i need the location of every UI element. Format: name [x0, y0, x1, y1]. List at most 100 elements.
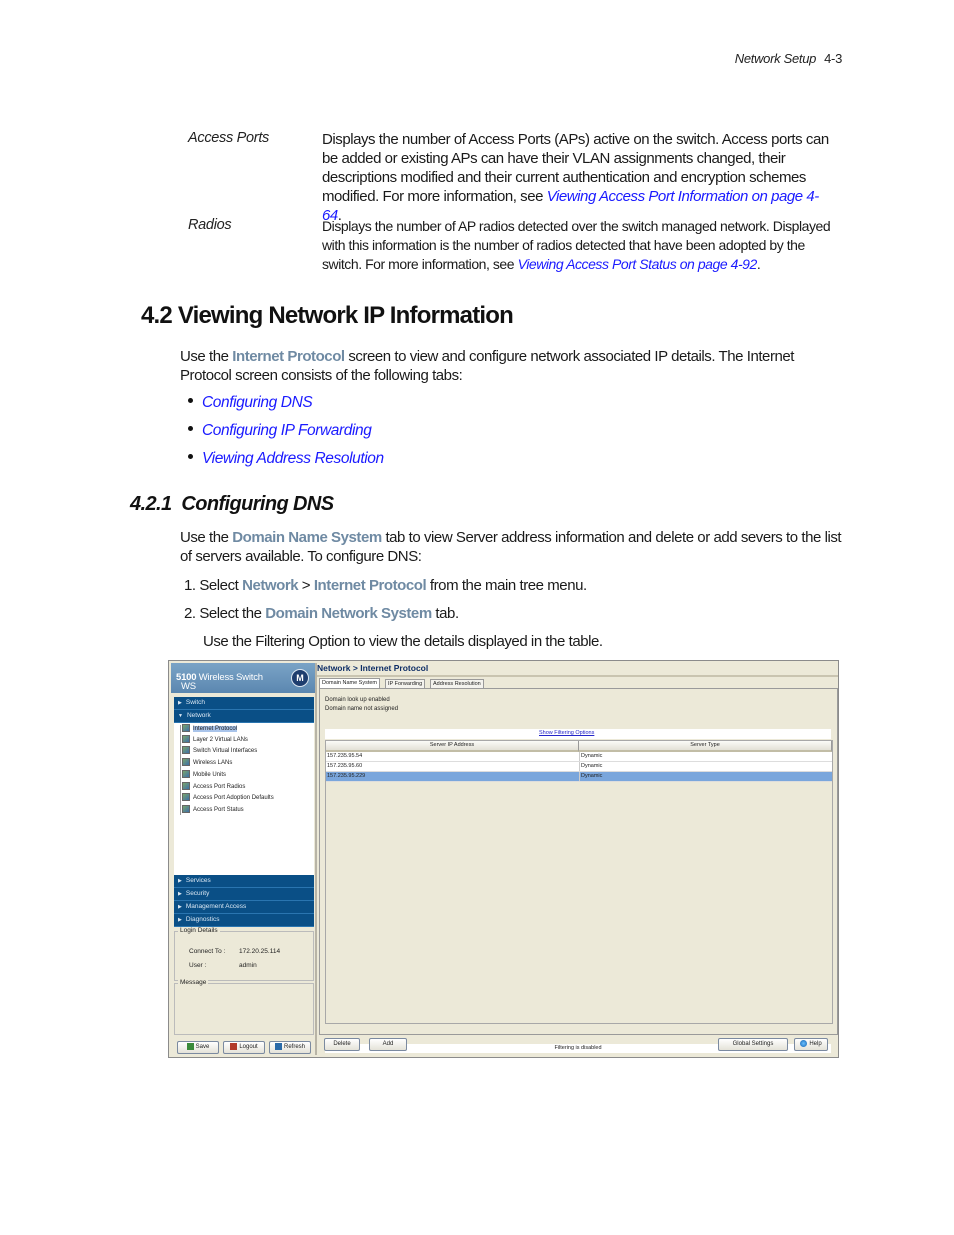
- tree-item-adoption-defaults[interactable]: Access Port Adoption Defaults: [182, 793, 274, 804]
- global-settings-button[interactable]: Global Settings: [718, 1038, 788, 1051]
- content-panel: Network > Internet Protocol Domain Name …: [317, 663, 838, 1055]
- intro-text: Use the: [180, 529, 233, 546]
- definition-text: Displays the number of Access Ports (APs…: [322, 130, 837, 225]
- tree-item-access-port-status[interactable]: Access Port Status: [182, 805, 244, 816]
- dns-server-table: Server IP Address Server Type 157.235.95…: [325, 740, 833, 1024]
- definition-text: Displays the number of AP radios detecte…: [322, 217, 837, 274]
- chevron-right-icon: ▶: [178, 878, 182, 884]
- chevron-down-icon: ▼: [178, 713, 183, 719]
- button-label: Help: [809, 1041, 822, 1047]
- login-legend: Login Details: [178, 927, 220, 934]
- step-note: Use the Filtering Option to view the det…: [203, 633, 603, 650]
- tree-label: Internet Protocol: [193, 726, 238, 732]
- help-button[interactable]: Help: [794, 1038, 828, 1051]
- subsection-intro: Use the Domain Name System tab to view S…: [180, 528, 842, 566]
- nav-item-security[interactable]: ▶ Security: [174, 888, 314, 901]
- bullet-icon: [188, 398, 193, 404]
- tab-content: Domain look up enabled Domain name not a…: [319, 688, 838, 1053]
- tree-label: Access Port Status: [193, 807, 244, 813]
- brand-bar: WS 5100 Wireless Switch M: [171, 663, 315, 693]
- tree-label: Access Port Adoption Defaults: [193, 795, 274, 801]
- running-header: Network Setup 4-3: [734, 51, 843, 66]
- tree-item-switch-virtual-interfaces[interactable]: Switch Virtual Interfaces: [182, 746, 257, 757]
- table-row-selected[interactable]: 157.235.95.229 Dynamic: [326, 772, 832, 782]
- add-button[interactable]: Add: [369, 1038, 407, 1051]
- xref-link[interactable]: Viewing Access Port Status on page 4-92: [518, 256, 758, 272]
- user-value: admin: [239, 962, 257, 969]
- help-icon: [800, 1039, 808, 1047]
- server-type-cell: Dynamic: [579, 772, 603, 781]
- xref-link[interactable]: Configuring DNS: [202, 394, 313, 411]
- delete-button[interactable]: Delete: [324, 1038, 360, 1051]
- list-item: Viewing Address Resolution: [188, 450, 384, 478]
- definition-term: Access Ports: [188, 130, 270, 146]
- brand-title: WS 5100 Wireless Switch: [176, 672, 263, 692]
- button-label: Refresh: [283, 1044, 305, 1050]
- section-intro: Use the Internet Protocol screen to view…: [180, 347, 842, 385]
- intro-text: Use the: [180, 348, 233, 365]
- refresh-icon: [274, 1042, 282, 1050]
- section-title: 4.2 Viewing Network IP Information: [141, 302, 514, 329]
- dns-status: Domain look up enabled Domain name not a…: [325, 696, 398, 714]
- step-text: >: [298, 577, 314, 594]
- status-line: Domain name not assigned: [325, 706, 399, 712]
- wlan-icon: [182, 758, 190, 767]
- tree-item-wireless-lans[interactable]: Wireless LANs: [182, 758, 232, 769]
- nav-label: Switch: [185, 699, 206, 706]
- server-type-cell: Dynamic: [579, 752, 603, 761]
- title-divider: [317, 675, 838, 677]
- page-number: 4-3: [824, 51, 842, 66]
- left-panel: WS 5100 Wireless Switch M ▶ Switch ▼ Networ…: [171, 663, 317, 1055]
- ui-term: Internet Protocol: [232, 348, 345, 365]
- nav-item-network[interactable]: ▼ Network: [174, 710, 314, 723]
- ui-term: Domain Name System: [232, 529, 382, 546]
- ui-term: Internet Protocol: [313, 577, 427, 594]
- connect-label: Connect To :: [189, 948, 226, 955]
- tree-item-layer2-vlans[interactable]: Layer 2 Virtual LANs: [182, 735, 248, 746]
- status-line: Domain look up enabled: [325, 697, 390, 703]
- nav-item-switch[interactable]: ▶ Switch: [174, 697, 314, 710]
- refresh-button[interactable]: Refresh: [269, 1041, 311, 1054]
- show-filtering-options-link[interactable]: Show Filtering Options: [539, 730, 594, 736]
- save-button[interactable]: Save: [177, 1041, 219, 1054]
- tree-connector: [180, 725, 181, 815]
- chevron-right-icon: ▶: [178, 891, 182, 897]
- table-row[interactable]: 157.235.95.60 Dynamic: [326, 762, 832, 772]
- adoption-defaults-icon: [182, 793, 190, 802]
- tree-label: Mobile Units: [193, 772, 227, 778]
- xref-link[interactable]: Viewing Address Resolution: [202, 450, 384, 467]
- tree-label: Switch Virtual Interfaces: [193, 748, 258, 754]
- logout-button[interactable]: Logout: [223, 1041, 265, 1054]
- step-number: 2.: [184, 605, 196, 622]
- nav-label: Network: [186, 712, 211, 719]
- tree-label: Layer 2 Virtual LANs: [193, 737, 248, 743]
- nav-item-services[interactable]: ▶ Services: [174, 875, 314, 888]
- server-ip-cell: 157.235.95.54: [327, 753, 363, 759]
- nav-item-diagnostics[interactable]: ▶ Diagnostics: [174, 914, 314, 927]
- motorola-logo-icon: M: [291, 669, 309, 687]
- column-header-server-type[interactable]: Server Type: [579, 741, 832, 752]
- button-label: Save: [195, 1044, 210, 1050]
- chevron-right-icon: ▶: [178, 904, 182, 910]
- tree-item-mobile-units[interactable]: Mobile Units: [182, 770, 226, 781]
- nav-item-management-access[interactable]: ▶ Management Access: [174, 901, 314, 914]
- table-row[interactable]: 157.235.95.54 Dynamic: [326, 752, 832, 762]
- internet-protocol-icon: [182, 724, 190, 733]
- connect-value: 172.20.25.114: [239, 948, 281, 955]
- column-header-server-ip[interactable]: Server IP Address: [326, 741, 579, 752]
- tree-label: Access Port Radios: [193, 784, 246, 790]
- filter-bar: Show Filtering Options: [325, 729, 831, 739]
- status-icon: [182, 805, 190, 814]
- step-number: 1.: [184, 577, 196, 594]
- server-ip-cell: 157.235.95.229: [327, 773, 366, 779]
- header-section: Network Setup: [734, 51, 817, 66]
- tree-item-access-port-radios[interactable]: Access Port Radios: [182, 782, 245, 793]
- chevron-right-icon: ▶: [178, 700, 182, 706]
- server-ip-cell: 157.235.95.60: [327, 763, 363, 769]
- interface-icon: [182, 746, 190, 755]
- radio-antenna-icon: [182, 782, 190, 791]
- panel-title: Network > Internet Protocol: [317, 663, 429, 673]
- tree-item-internet-protocol[interactable]: Internet Protocol: [182, 724, 238, 735]
- xref-link[interactable]: Configuring IP Forwarding: [202, 422, 372, 439]
- bullet-icon: [188, 454, 193, 460]
